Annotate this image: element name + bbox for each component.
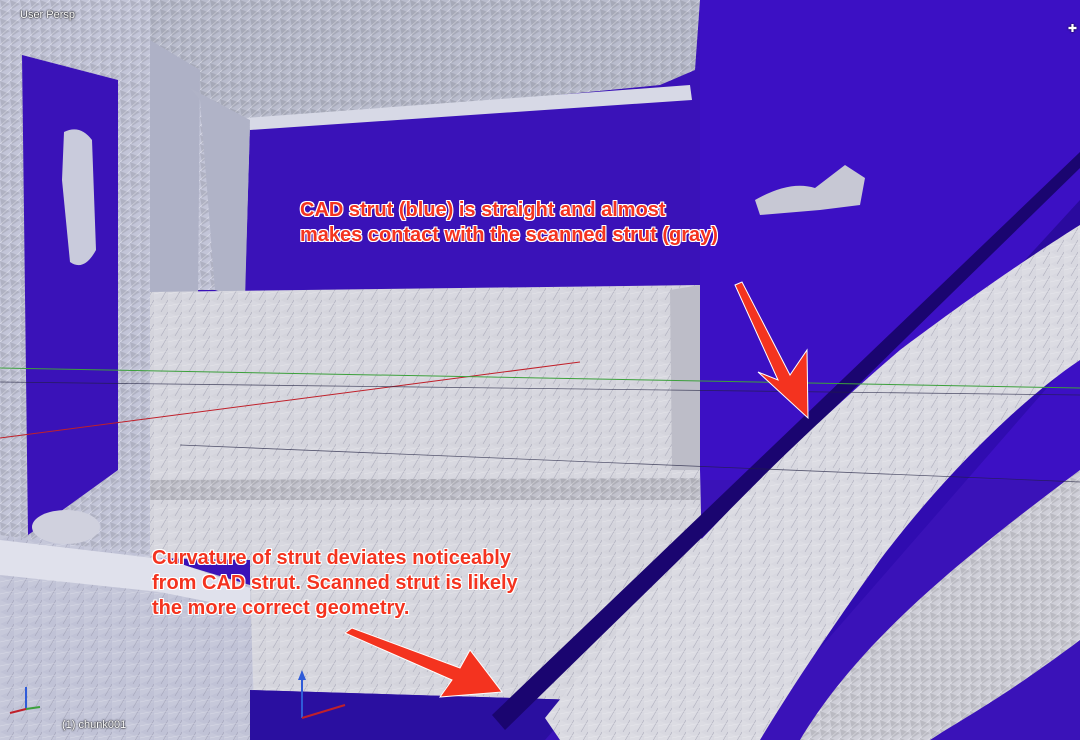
gizmo-y-axis-icon: [25, 706, 41, 710]
annotation-line: makes contact with the scanned strut (gr…: [300, 224, 718, 246]
scanned-cabinet-side: [670, 285, 700, 470]
annotation-line: from CAD strut. Scanned strut is likely: [152, 572, 518, 594]
annotation-line: CAD strut (blue) is straight and almost: [300, 199, 666, 221]
scanned-door-post: [150, 40, 200, 300]
scanned-knob: [32, 510, 100, 544]
annotation-line: Curvature of strut deviates noticeably: [152, 547, 511, 569]
active-object-label: (1) chunk001: [62, 719, 127, 731]
annotation-cad-strut: CAD strut (blue) is straight and almost …: [300, 198, 718, 248]
3d-viewport[interactable]: User Persp ✚ (1) chunk001 CAD strut (blu…: [0, 0, 1080, 740]
axis-orientation-gizmo: [9, 687, 41, 714]
view-mode-label: User Persp: [20, 9, 76, 21]
split-area-widget-icon[interactable]: ✚: [1067, 24, 1078, 35]
gizmo-x-axis-icon: [9, 708, 27, 714]
annotation-scanned-strut: Curvature of strut deviates noticeably f…: [152, 546, 518, 621]
split-area-widget-icon-bottom[interactable]: [2, 733, 10, 740]
annotation-line: the more correct geometry.: [152, 597, 410, 619]
cad-door-panel: [22, 55, 118, 535]
scene-render: [0, 0, 1080, 740]
